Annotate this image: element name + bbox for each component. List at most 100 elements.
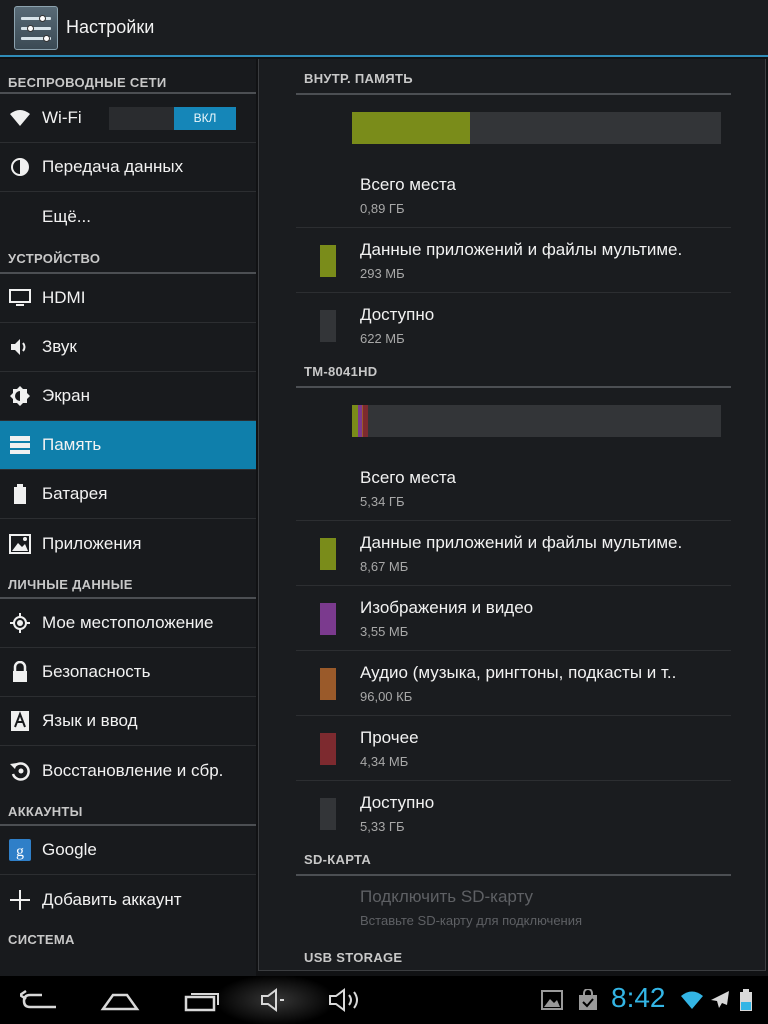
google-icon: g [8,838,32,862]
sidebar-item-language[interactable]: Язык и ввод [0,697,256,746]
sidebar-item-label: HDMI [42,288,86,307]
mount-sdcard-row[interactable]: Подключить SD-карту Вставьте SD-карту дл… [296,875,731,940]
color-swatch [320,733,336,765]
store-notification-icon[interactable] [576,988,600,1012]
back-button[interactable] [16,984,64,1016]
row-value: 5,34 ГБ [360,494,405,509]
storage-detail-pane: ВНУТР. ПАМЯТЬ Всего места 0,89 ГБ Данные… [256,59,768,976]
row-value: 4,34 МБ [360,754,409,769]
gallery-notification-icon[interactable] [540,988,564,1012]
status-clock[interactable]: 8:42 [611,982,666,1014]
home-button[interactable] [96,984,144,1016]
sidebar-item-label: Батарея [42,484,108,503]
data-usage-icon [8,155,32,179]
row-title: Всего места [360,175,456,194]
row-title: Данные приложений и файлы мультиме. [360,240,683,259]
sidebar-item-security[interactable]: Безопасность [0,648,256,697]
device-images-row[interactable]: Изображения и видео 3,55 МБ [296,586,731,651]
sidebar-item-sound[interactable]: Звук [0,323,256,372]
internal-total-row: Всего места 0,89 ГБ [296,163,731,228]
row-value: 96,00 КБ [360,689,413,704]
sidebar-item-label: Восстановление и сбр. [42,760,224,780]
volume-up-icon [329,988,358,1012]
sidebar-item-label: Передача данных [42,157,184,176]
volume-down-button[interactable] [250,984,298,1016]
row-value: 622 МБ [360,331,405,346]
device-audio-row[interactable]: Аудио (музыка, рингтоны, подкасты и т.. … [296,651,731,716]
row-value: 0,89 ГБ [360,201,405,216]
row-value: 8,67 МБ [360,559,409,574]
wifi-signal-icon [680,988,704,1012]
brightness-icon [8,384,32,408]
section-header-sdcard: SD-КАРТА [296,852,731,876]
section-header-wireless: БЕСПРОВОДНЫЕ СЕТИ [0,59,256,94]
row-value: 3,55 МБ [360,624,409,639]
home-icon [100,993,140,1011]
sidebar-item-apps[interactable]: Приложения [0,519,256,568]
row-title: Изображения и видео [360,598,534,617]
sidebar-item-google[interactable]: g Google [0,826,256,875]
recent-apps-button[interactable] [178,984,226,1016]
sidebar-item-battery[interactable]: Батарея [0,470,256,519]
sidebar-item-hdmi[interactable]: HDMI [0,274,256,323]
volume-down-icon [261,988,284,1012]
internal-apps-row[interactable]: Данные приложений и файлы мультиме. 293 … [296,228,731,293]
sidebar-item-label: Приложения [42,533,142,553]
volume-up-button[interactable] [322,984,370,1016]
device-usage-bar [352,405,721,437]
battery-status-icon [734,988,758,1012]
row-title: Данные приложений и файлы мультиме. [360,533,683,552]
row-title: Доступно [360,305,435,324]
row-title: Доступно [360,793,435,812]
sidebar-item-more[interactable]: Ещё... [0,192,256,241]
internal-usage-fill [352,112,471,144]
sidebar-item-label: Google [42,840,97,859]
settings-app-icon[interactable] [14,5,58,50]
airplane-mode-icon [708,988,732,1012]
section-header-internal: ВНУТР. ПАМЯТЬ [296,71,731,95]
sidebar-item-wifi[interactable]: Wi-Fi ВКЛ [0,94,256,143]
sidebar-item-storage[interactable]: Память [0,421,256,470]
device-total-row: Всего места 5,34 ГБ [296,456,731,521]
back-icon [20,989,56,1009]
color-swatch [320,603,336,635]
sidebar-item-label: Звук [42,337,77,356]
sidebar-item-data-usage[interactable]: Передача данных [0,143,256,192]
sidebar-item-display[interactable]: Экран [0,372,256,421]
section-header-system: СИСТЕМА [8,932,75,947]
sidebar-item-label: Язык и ввод [42,711,138,730]
row-value: Вставьте SD-карту для подключения [360,913,583,928]
device-other-row[interactable]: Прочее 4,34 МБ [296,716,731,781]
restore-icon [8,759,32,783]
sidebar-item-label: Ещё... [42,206,91,226]
speaker-icon [8,335,32,359]
internal-available-row: Доступно 622 МБ [296,293,731,358]
section-header-device: УСТРОЙСТВО [0,241,256,274]
row-title: Подключить SD-карту [360,887,533,906]
storage-list[interactable]: ВНУТР. ПАМЯТЬ Всего места 0,89 ГБ Данные… [258,59,766,971]
sidebar-item-location[interactable]: Мое местоположение [0,599,256,648]
wifi-icon [8,106,32,130]
device-apps-row[interactable]: Данные приложений и файлы мультиме. 8,67… [296,521,731,586]
section-header-usb: USB STORAGE [304,950,403,965]
color-swatch [320,310,336,342]
wifi-toggle[interactable]: ВКЛ [109,107,236,130]
action-bar: Настройки [0,0,768,57]
color-swatch [320,538,336,570]
sidebar-item-backup-reset[interactable]: Восстановление и сбр. [0,746,256,795]
sidebar-item-add-account[interactable]: Добавить аккаунт [0,875,256,924]
section-header-device-storage: TM-8041HD [296,364,731,388]
sidebar-item-label: Мое местоположение [42,613,214,632]
color-swatch [320,798,336,830]
sidebar-item-label: Память [42,435,102,454]
row-title: Аудио (музыка, рингтоны, подкасты и т.. [360,663,677,682]
row-value: 5,33 ГБ [360,819,405,834]
section-header-accounts: АККАУНТЫ [0,795,256,826]
device-usage-segment-3 [363,405,369,437]
sidebar-item-label: Экран [42,386,90,405]
svg-text:g: g [16,843,24,860]
language-icon [8,709,32,733]
monitor-icon [8,286,32,310]
sidebar-item-label: Wi-Fi [42,108,82,127]
settings-sidebar: БЕСПРОВОДНЫЕ СЕТИ Wi-Fi ВКЛ Передача дан… [0,59,256,976]
